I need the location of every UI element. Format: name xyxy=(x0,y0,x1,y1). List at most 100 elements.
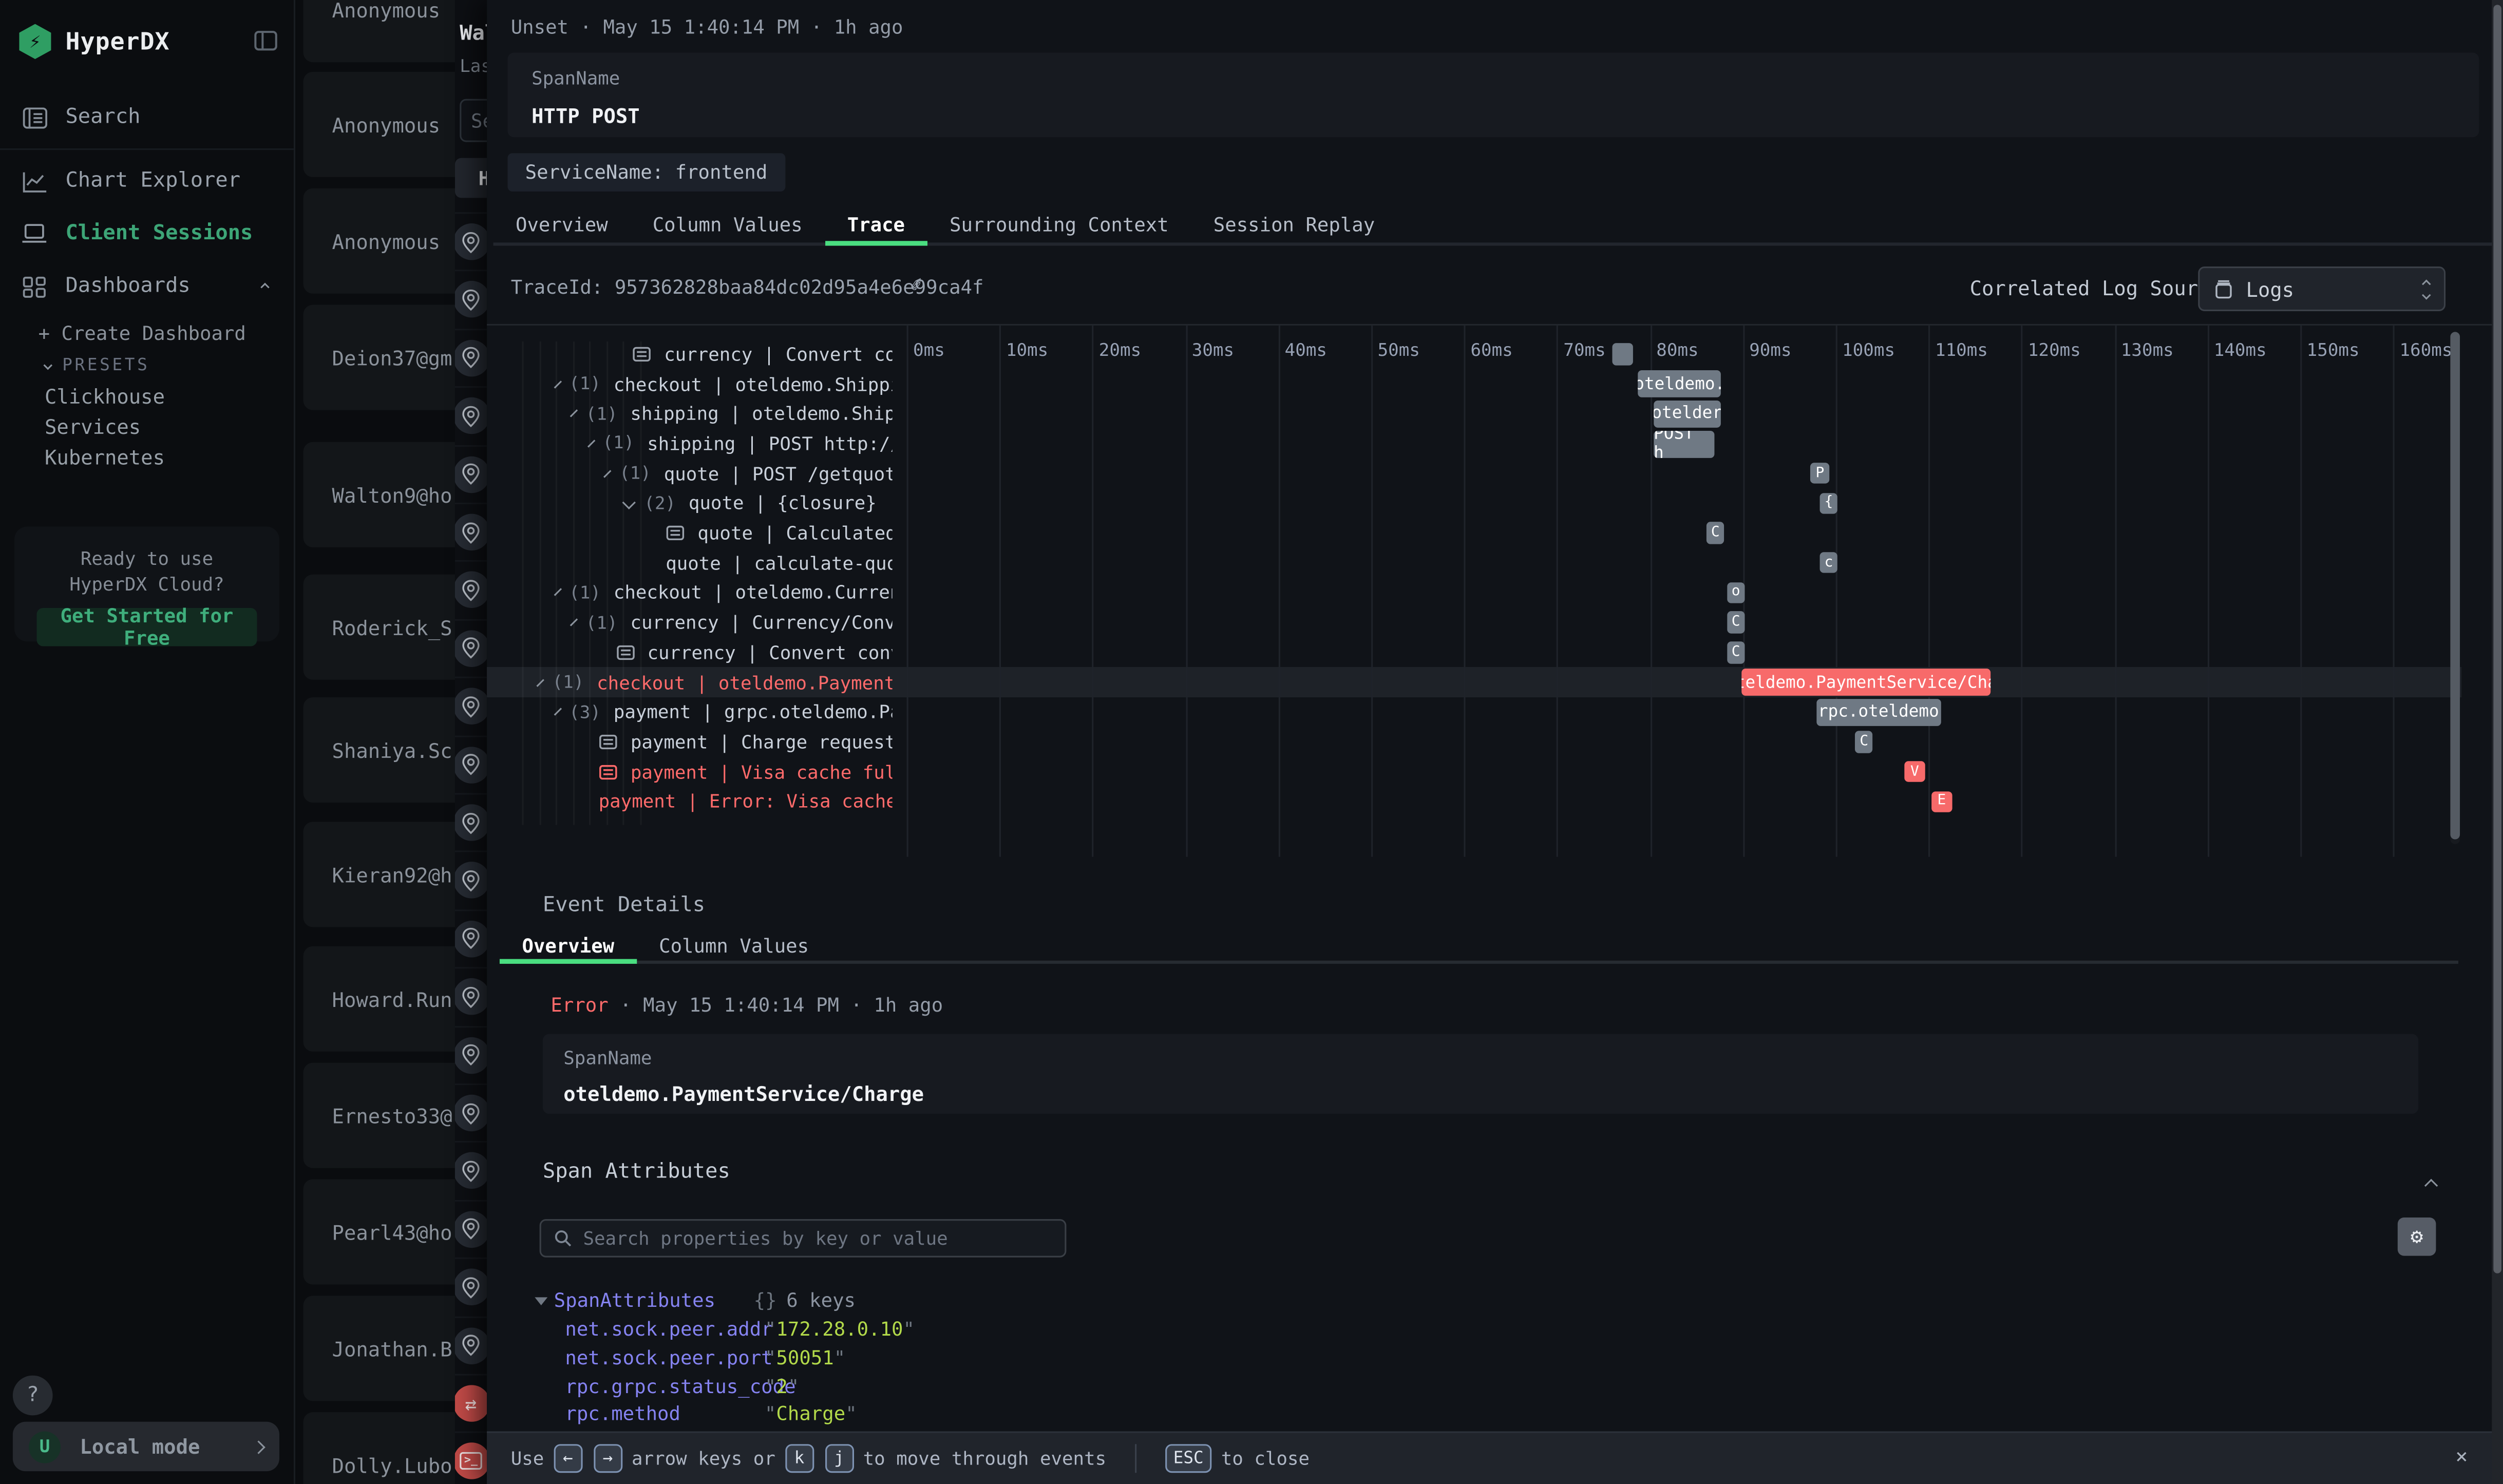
location-pin-icon[interactable] xyxy=(455,746,487,783)
session-panel-button[interactable]: H xyxy=(455,158,487,198)
preset-item[interactable]: Clickhouse xyxy=(0,382,294,412)
span-bar[interactable]: C xyxy=(1727,612,1744,633)
trace-tree-row[interactable]: quote | Calculated q… xyxy=(500,518,893,548)
help-button[interactable]: ? xyxy=(13,1376,53,1416)
location-pin-icon[interactable] xyxy=(455,1269,487,1305)
attribute-key[interactable]: rpc.method xyxy=(565,1403,765,1426)
trace-tree-row[interactable]: payment | Error: Visa cache ful… xyxy=(500,787,893,816)
trace-tree-row[interactable]: payment | Visa cache full: c… xyxy=(500,757,893,787)
location-pin-icon[interactable] xyxy=(455,572,487,608)
tab-overview[interactable]: Overview xyxy=(500,930,637,961)
divider xyxy=(1135,1444,1136,1473)
local-mode-menu[interactable]: U Local mode xyxy=(13,1422,279,1471)
location-pin-icon[interactable] xyxy=(455,223,487,260)
location-pin-icon[interactable] xyxy=(455,339,487,376)
location-pin-icon[interactable] xyxy=(455,804,487,841)
location-pin-icon[interactable] xyxy=(455,688,487,725)
location-pin-icon[interactable] xyxy=(455,455,487,492)
get-started-button[interactable]: Get Started for Free xyxy=(36,608,257,646)
attribute-value[interactable]: 2 xyxy=(765,1375,799,1397)
span-bar[interactable]: E xyxy=(1931,791,1952,812)
span-bar[interactable]: C xyxy=(1855,731,1873,753)
trace-tree-row[interactable]: quote | calculate-quote xyxy=(500,548,893,578)
span-bar[interactable]: C xyxy=(1727,641,1744,663)
tab-surrounding-context[interactable]: Surrounding Context xyxy=(927,207,1191,242)
session-search-input[interactable]: Sea xyxy=(460,99,487,142)
attributes-root-row[interactable]: SpanAttributes {}6 keys xyxy=(535,1289,856,1312)
create-dashboard-button[interactable]: + Create Dashboard xyxy=(0,317,294,349)
trace-tree-row[interactable]: payment | Charge request rec… xyxy=(500,727,893,757)
location-pin-icon[interactable] xyxy=(455,862,487,899)
attribute-value[interactable]: Charge xyxy=(765,1403,857,1426)
event-details-status-line: Error · May 15 1:40:14 PM · 1h ago xyxy=(551,994,943,1017)
span-bar[interactable]: POST h xyxy=(1654,430,1714,458)
collapse-section-icon[interactable] xyxy=(2426,1167,2436,1197)
sidebar-collapse-icon[interactable] xyxy=(254,26,278,56)
span-bar[interactable]: P xyxy=(1811,463,1829,484)
location-pin-icon[interactable] xyxy=(455,920,487,957)
trace-tree-row[interactable]: (1)checkout | oteldemo.CurrencySe… xyxy=(500,578,893,607)
brand[interactable]: ⚡ HyperDX xyxy=(19,23,278,61)
trace-tree-row[interactable]: (1)currency | Currency/Convert xyxy=(500,607,893,637)
location-pin-icon[interactable] xyxy=(455,397,487,434)
trace-tree-row[interactable]: (1)shipping | POST http://quo… xyxy=(500,429,893,459)
trace-tree-row[interactable]: (3)payment | grpc.oteldemo.Paymen… xyxy=(500,697,893,727)
terminal-icon[interactable]: >_ xyxy=(455,1443,487,1479)
span-bar[interactable]: oteldemo.PaymentService/Char xyxy=(1742,669,1991,696)
trace-tree-row[interactable]: (1)quote | POST /getquote xyxy=(500,459,893,488)
location-pin-icon[interactable] xyxy=(455,514,487,550)
sidebar-item-dashboards[interactable]: Dashboards xyxy=(0,260,294,313)
trace-tree-row[interactable]: (1)checkout | oteldemo.PaymentServi… xyxy=(500,668,893,697)
child-count: (3) xyxy=(569,701,601,722)
location-pin-icon[interactable] xyxy=(455,1095,487,1131)
location-pin-icon[interactable] xyxy=(455,1037,487,1073)
preset-item[interactable]: Services xyxy=(0,412,294,442)
tab-column-values[interactable]: Column Values xyxy=(630,207,825,242)
chart-icon xyxy=(21,167,48,195)
event-details-title: Event Details xyxy=(543,893,705,918)
span-bar[interactable]: grpc.oteldemo. xyxy=(1816,699,1941,726)
tab-session-replay[interactable]: Session Replay xyxy=(1191,207,1397,242)
tab-trace[interactable]: Trace xyxy=(825,207,927,242)
span-bar[interactable]: otelder xyxy=(1654,401,1720,428)
trace-tree-row[interactable]: (1)checkout | oteldemo.ShippingSe… xyxy=(500,369,893,398)
log-source-select[interactable]: Logs xyxy=(2198,267,2445,311)
waterfall-scrollbar-thumb[interactable] xyxy=(2450,332,2460,839)
attribute-value[interactable]: 172.28.0.10 xyxy=(765,1318,915,1341)
panel-scrollbar-thumb[interactable] xyxy=(2493,5,2501,1273)
location-pin-icon[interactable] xyxy=(455,1153,487,1189)
location-pin-icon[interactable] xyxy=(455,1211,487,1247)
location-pin-icon[interactable] xyxy=(455,281,487,318)
span-bar[interactable]: C xyxy=(1706,522,1724,544)
tab-column-values[interactable]: Column Values xyxy=(637,930,831,961)
close-icon[interactable]: × xyxy=(2455,1445,2468,1470)
attributes-search-input[interactable] xyxy=(583,1227,1052,1250)
gear-icon[interactable]: ⚙ xyxy=(2398,1217,2436,1256)
tab-overview[interactable]: Overview xyxy=(494,207,631,242)
presets-header[interactable]: PRESETS xyxy=(0,350,294,382)
span-bar[interactable]: { xyxy=(1820,492,1837,514)
sidebar-item-client-sessions[interactable]: Client Sessions xyxy=(0,207,294,260)
sidebar-item-search[interactable]: Search xyxy=(0,91,294,144)
location-pin-icon[interactable] xyxy=(455,1327,487,1363)
attribute-key[interactable]: net.sock.peer.addr xyxy=(565,1318,765,1341)
span-bar[interactable] xyxy=(1613,343,1633,365)
location-pin-icon[interactable] xyxy=(455,630,487,667)
trace-tree-row[interactable]: (2)quote | {closure} xyxy=(500,488,893,518)
trace-tree-row[interactable]: currency | Convert convers… xyxy=(500,339,893,369)
attribute-value[interactable]: 50051 xyxy=(765,1346,845,1369)
service-name-chip[interactable]: ServiceName: frontend xyxy=(507,153,785,192)
span-bar[interactable]: V xyxy=(1905,761,1925,783)
span-bar[interactable]: o xyxy=(1727,582,1744,603)
location-pin-icon[interactable] xyxy=(455,978,487,1015)
span-bar[interactable]: oteldemo. xyxy=(1638,371,1721,398)
navigation-swap-icon[interactable]: ⇄ xyxy=(455,1385,487,1421)
attribute-key[interactable]: rpc.grpc.status_code xyxy=(565,1375,765,1397)
span-bar[interactable]: c xyxy=(1820,552,1837,574)
trace-tree-row[interactable]: currency | Convert convers… xyxy=(500,637,893,667)
attribute-key[interactable]: net.sock.peer.port xyxy=(565,1346,765,1369)
sidebar-item-chart-explorer[interactable]: Chart Explorer xyxy=(0,155,294,207)
trace-tree-row[interactable]: (1)shipping | oteldemo.Shipping… xyxy=(500,399,893,429)
preset-item[interactable]: Kubernetes xyxy=(0,442,294,472)
attribute-row: net.sock.peer.addr172.28.0.10 xyxy=(565,1318,915,1341)
